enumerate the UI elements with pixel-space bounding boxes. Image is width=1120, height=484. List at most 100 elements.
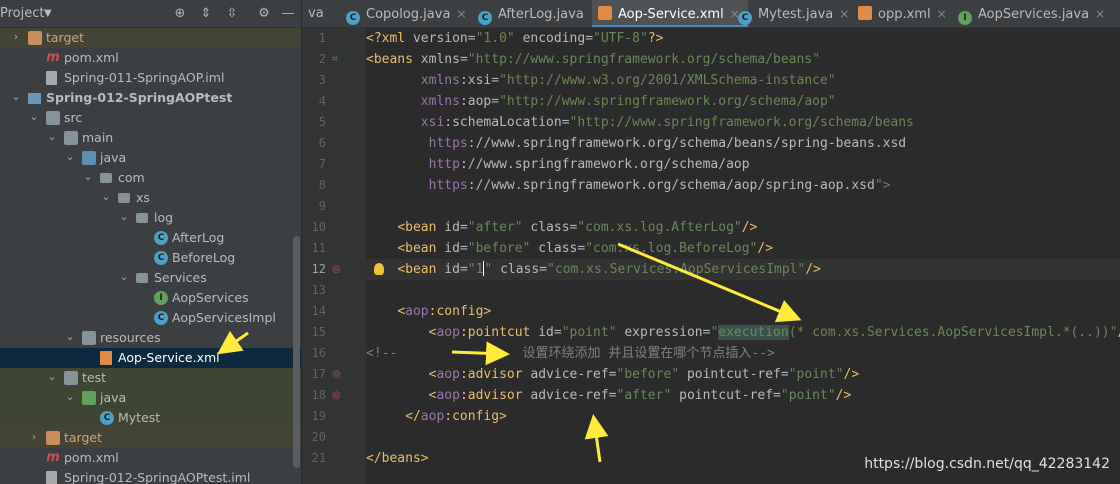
line-number: 18: [311, 388, 326, 402]
tree-item[interactable]: › target: [0, 28, 301, 48]
tab-copolog-java[interactable]: C Copolog.java ×: [340, 0, 475, 27]
code-line[interactable]: <aop:advisor advice-ref="before" pointcu…: [366, 364, 860, 385]
chevron-right-icon[interactable]: ›: [10, 30, 22, 43]
tab-va[interactable]: va: [302, 0, 332, 27]
tree-item[interactable]: C AopServicesImpl: [0, 308, 301, 328]
expand-all-icon[interactable]: ⇕: [196, 3, 216, 23]
tab-label: opp.xml: [878, 7, 931, 22]
project-panel-title[interactable]: Project: [0, 6, 44, 21]
tree-item[interactable]: ⌄ xs: [0, 188, 301, 208]
lightbulb-icon[interactable]: [374, 263, 384, 275]
code-line[interactable]: xsi:schemaLocation="http://www.springfra…: [366, 112, 914, 133]
line-number: 6: [318, 136, 326, 150]
code-line[interactable]: </aop:config>: [366, 406, 507, 427]
folder-icon: [28, 31, 42, 45]
line-number: 2: [318, 52, 326, 66]
chevron-down-icon[interactable]: ⌄: [46, 370, 58, 383]
code-line[interactable]: xmlns:xsi="http://www.w3.org/2001/XMLSch…: [366, 70, 836, 91]
code-line[interactable]: <aop:config>: [366, 301, 491, 322]
line-number: 11: [311, 241, 326, 255]
tree-item[interactable]: ⌄ Services: [0, 268, 301, 288]
tree-item[interactable]: ⌄ com: [0, 168, 301, 188]
collapse-all-icon[interactable]: ⇳: [222, 3, 242, 23]
code-line[interactable]: <bean id="before" class="com.xs.log.Befo…: [366, 238, 773, 259]
chevron-down-icon[interactable]: ⌄: [82, 170, 94, 183]
tab-afterlog-java[interactable]: CAfterLog.java×: [472, 0, 608, 27]
line-number: 15: [311, 325, 326, 339]
project-tree: › target m pom.xml Spring-011-SpringAOP.iml ⌄…: [0, 28, 301, 484]
bean-gutter-icon[interactable]: ◎: [332, 370, 342, 380]
tree-item[interactable]: › target: [0, 428, 301, 448]
code-line[interactable]: <bean id="after" class="com.xs.log.After…: [366, 217, 757, 238]
code-line[interactable]: <bean id="1" class="com.xs.Services.AopS…: [366, 259, 1120, 280]
chevron-down-icon[interactable]: ⌄: [10, 90, 22, 103]
tab-opp-xml[interactable]: opp.xml ×: [852, 0, 955, 27]
tree-item-label: AopServices: [172, 290, 249, 305]
code-line[interactable]: <!-- 设置环绕添加 并且设置在哪个节点插入-->: [366, 343, 775, 364]
chevron-down-icon[interactable]: ⌄: [46, 130, 58, 143]
chevron-down-icon[interactable]: ⌄: [64, 150, 76, 163]
hide-panel-icon[interactable]: —: [278, 3, 298, 23]
chevron-down-icon[interactable]: ⌄: [118, 210, 130, 223]
chevron-down-icon[interactable]: ⌄: [64, 390, 76, 403]
tree-item[interactable]: Aop-Service.xml: [0, 348, 301, 368]
tab-aopservices-java[interactable]: I AopServices.java ×: [952, 0, 1113, 27]
code-line[interactable]: http://www.springframework.org/schema/ao…: [366, 154, 750, 175]
tab-label: va: [308, 6, 324, 21]
tab-label: Aop-Service.xml: [618, 7, 724, 22]
tab-aop-service-xml[interactable]: Aop-Service.xml ×: [592, 0, 748, 27]
code-line[interactable]: https://www.springframework.org/schema/b…: [366, 133, 906, 154]
class-icon: C: [346, 11, 360, 25]
close-icon[interactable]: ×: [839, 7, 849, 21]
tree-item[interactable]: m pom.xml: [0, 448, 301, 468]
tree-item[interactable]: C Mytest: [0, 408, 301, 428]
code-line[interactable]: <aop:advisor advice-ref="after" pointcut…: [366, 385, 852, 406]
chevron-down-icon[interactable]: ⌄: [118, 270, 130, 283]
tree-item[interactable]: m pom.xml: [0, 48, 301, 68]
tab-mytest-java[interactable]: C Mytest.java ×: [732, 0, 857, 27]
tree-item[interactable]: Spring-011-SpringAOP.iml: [0, 68, 301, 88]
tree-item-label: Aop-Service.xml: [118, 350, 220, 365]
close-icon[interactable]: ×: [937, 7, 947, 21]
code-line[interactable]: xmlns:aop="http://www.springframework.or…: [366, 91, 836, 112]
chevron-down-icon[interactable]: ▼: [44, 8, 52, 19]
editor-tab-bar: va C Copolog.java × C AfterLog.java × Aop-Servi…: [302, 0, 1120, 28]
chevron-down-icon[interactable]: ⌄: [100, 190, 112, 203]
code-line[interactable]: <beans xmlns="http://www.springframework…: [366, 49, 820, 70]
code-line[interactable]: </beans>: [366, 448, 429, 469]
tab-label: AfterLog.java: [498, 7, 584, 22]
bean-gutter-icon[interactable]: ◎: [332, 265, 342, 275]
tree-item[interactable]: Spring-012-SpringAOPtest.iml: [0, 468, 301, 484]
tree-item[interactable]: I AopServices: [0, 288, 301, 308]
tree-item[interactable]: C BeforeLog: [0, 248, 301, 268]
tree-item-label: java: [100, 150, 127, 165]
tree-item[interactable]: ⌄ java: [0, 388, 301, 408]
code-line[interactable]: <?xml version="1.0" encoding="UTF-8"?>: [366, 28, 663, 49]
close-icon[interactable]: ×: [1095, 7, 1105, 21]
tree-item[interactable]: ⌄ src: [0, 108, 301, 128]
tree-item[interactable]: ⌄ resources: [0, 328, 301, 348]
bean-gutter-icon[interactable]: ⌗: [332, 55, 342, 65]
tree-item[interactable]: ⌄ java: [0, 148, 301, 168]
chevron-down-icon[interactable]: ⌄: [28, 110, 40, 123]
tree-item[interactable]: ⌄ Spring-012-SpringAOPtest: [0, 88, 301, 108]
locate-icon[interactable]: ⊕: [170, 3, 190, 23]
bean-gutter-icon[interactable]: ◎: [332, 391, 342, 401]
editor-gutter: 1 2 3 4 5 6 7 8 9 10 11 12 13 14 15 16 17 18 19 20 21 ⌗ ◎ ◎ ◎: [302, 28, 366, 484]
line-number: 21: [311, 451, 326, 465]
tree-item[interactable]: C AfterLog: [0, 228, 301, 248]
tree-item[interactable]: ⌄ test: [0, 368, 301, 388]
chevron-down-icon[interactable]: ⌄: [64, 330, 76, 343]
tree-item[interactable]: ⌄ main: [0, 128, 301, 148]
code-editor[interactable]: <?xml version="1.0" encoding="UTF-8"?> <b…: [366, 28, 1120, 484]
line-number: 9: [318, 199, 326, 213]
tree-item[interactable]: ⌄ log: [0, 208, 301, 228]
chevron-right-icon[interactable]: ›: [28, 430, 40, 443]
code-line[interactable]: https://www.springframework.org/schema/a…: [366, 175, 891, 196]
sidebar-scrollbar[interactable]: [293, 236, 300, 468]
code-line[interactable]: <aop:pointcut id="point" expression="exe…: [366, 322, 1120, 343]
gear-icon[interactable]: ⚙: [254, 3, 274, 23]
line-number: 4: [318, 94, 326, 108]
close-icon[interactable]: ×: [456, 7, 466, 21]
tab-label: Copolog.java: [366, 7, 451, 22]
